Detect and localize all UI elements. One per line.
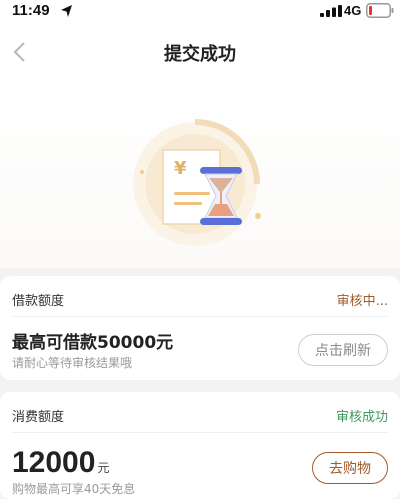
consume-amount: 12000 元 <box>12 446 109 480</box>
consume-credit-label: 消费额度 <box>12 410 65 425</box>
consume-hint-text: 购物最高可享40天免息 <box>12 482 136 496</box>
status-time: 11:49 <box>12 2 50 19</box>
pending-review-illustration: ¥ <box>133 119 261 246</box>
network-type: 4G <box>344 3 362 18</box>
signal-strength-icon <box>320 5 342 17</box>
consume-amount-value: 12000 <box>12 446 96 479</box>
nav-bar: 提交成功 <box>0 24 400 82</box>
consume-status-badge: 审核成功 <box>335 410 388 425</box>
borrow-credit-label: 借款额度 <box>12 294 65 309</box>
consume-amount-unit: 元 <box>97 461 110 475</box>
divider <box>12 316 388 317</box>
hero-section: ¥ <box>0 82 400 268</box>
consume-credit-card: 消费额度 审核成功 12000 元 购物最高可享40天免息 去购物 <box>0 392 400 499</box>
refresh-button[interactable]: 点击刷新 <box>298 334 388 366</box>
borrow-status-badge: 审核中... <box>336 294 388 309</box>
battery-low-icon <box>366 3 394 18</box>
go-shopping-button[interactable]: 去购物 <box>312 452 388 484</box>
borrow-credit-card: 借款额度 审核中... 最高可借款50000元 请耐心等待审核结果哦 点击刷新 <box>0 276 400 380</box>
page-title: 提交成功 <box>164 44 236 65</box>
location-arrow-icon <box>61 5 72 17</box>
status-bar: 11:49 4G <box>0 0 400 24</box>
borrow-max-amount: 最高可借款50000元 <box>12 333 174 353</box>
yen-symbol: ¥ <box>174 158 187 179</box>
divider <box>12 432 388 433</box>
borrow-hint-text: 请耐心等待审核结果哦 <box>12 356 133 370</box>
